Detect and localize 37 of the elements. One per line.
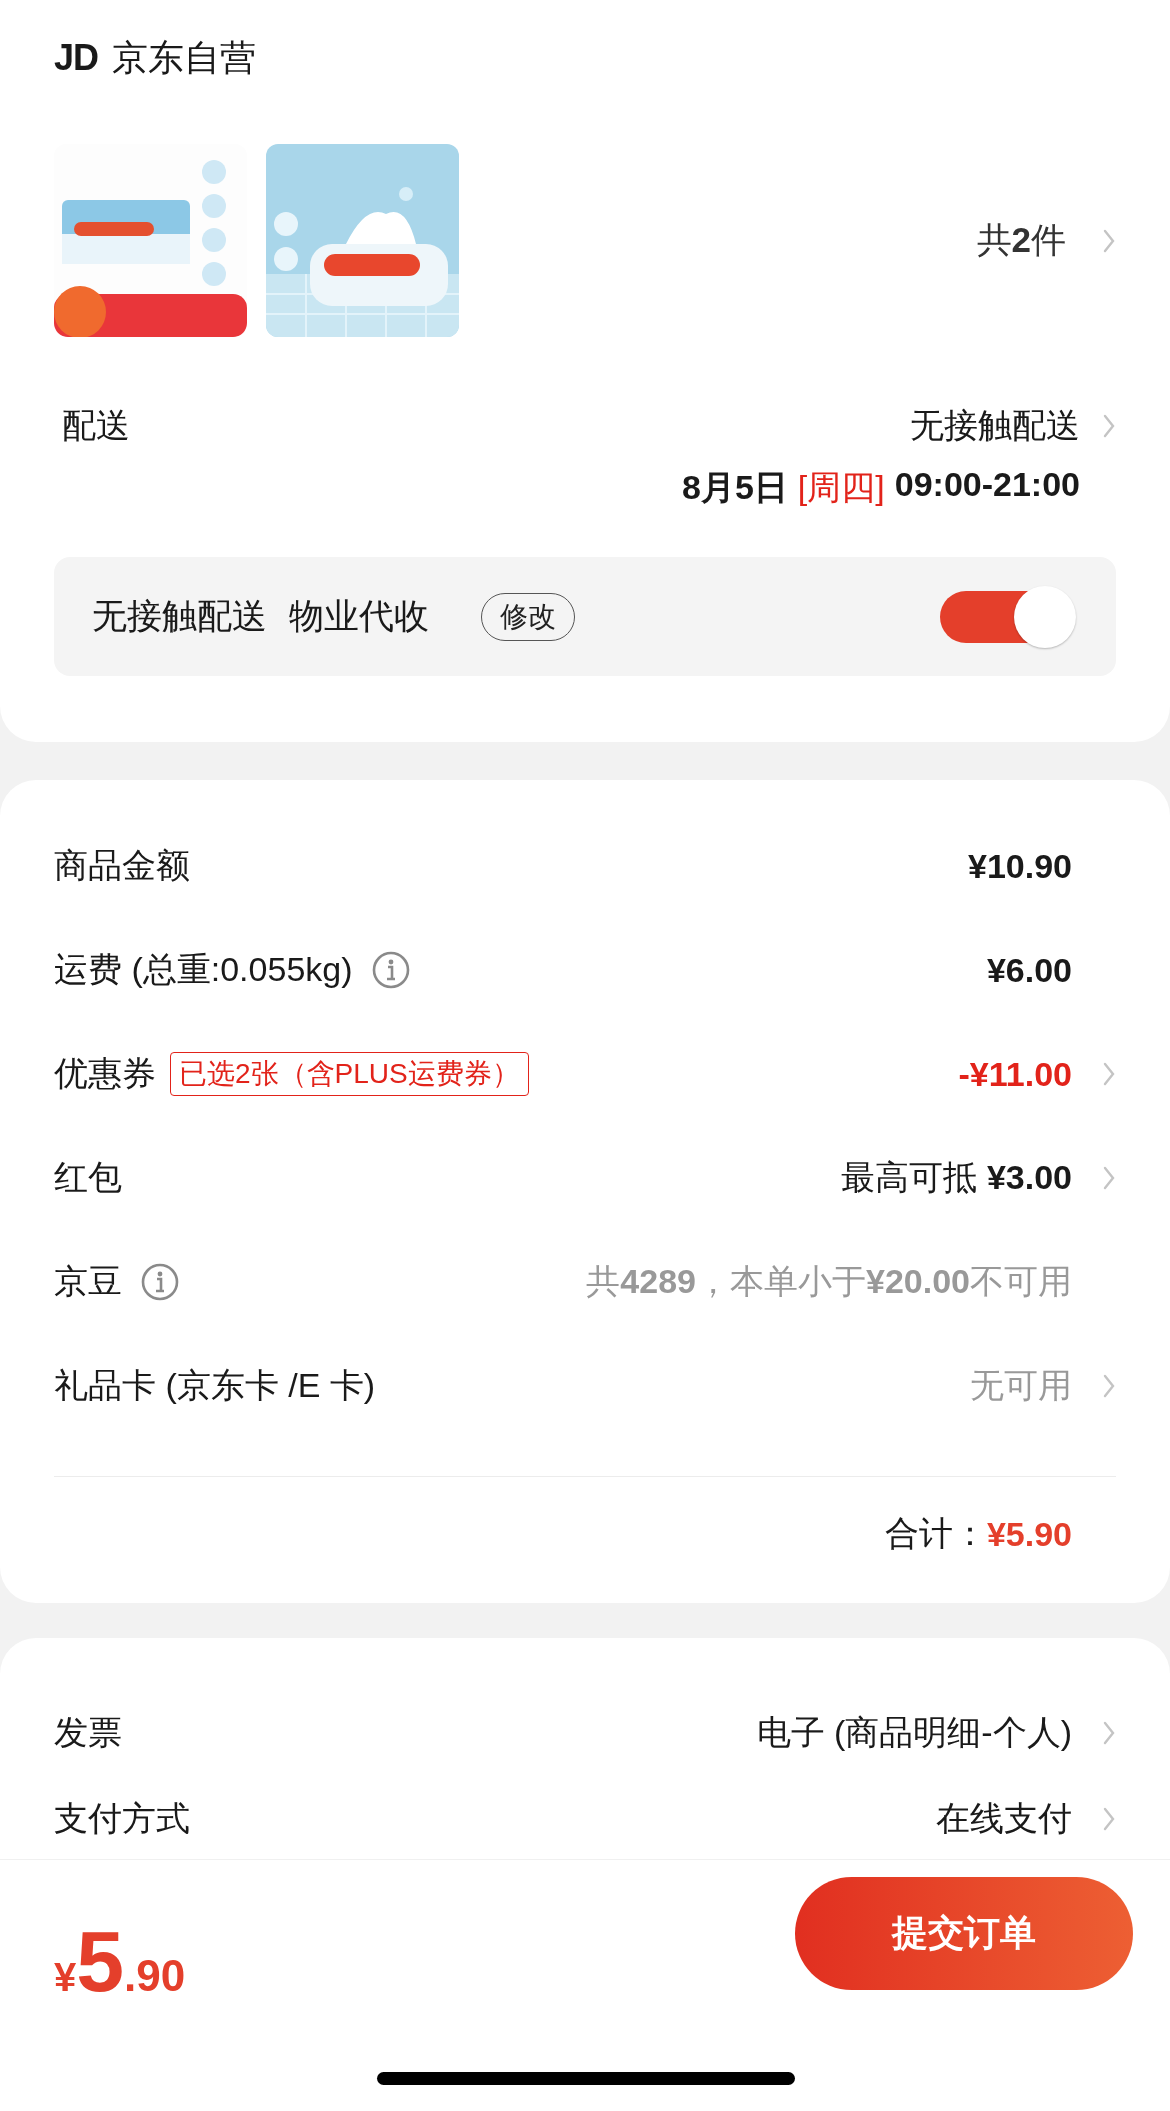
delivery-time: 09:00-21:00	[894, 465, 1080, 505]
fee-label: 京豆	[54, 1261, 122, 1302]
delivery-date: 8月5日	[682, 467, 788, 508]
fee-label: 商品金额	[54, 845, 190, 886]
item-count[interactable]: 共2件	[976, 217, 1066, 264]
option-value[interactable]: 在线支付	[936, 1796, 1072, 1842]
fee-value: -¥11.00	[958, 1054, 1072, 1094]
option-value[interactable]: 电子 (商品明细-个人)	[756, 1710, 1072, 1756]
chevron-icon	[1102, 413, 1116, 439]
fee-value: ¥6.00	[986, 950, 1072, 990]
fee-value: 最高可抵 ¥3.00	[841, 1157, 1072, 1198]
info-icon[interactable]	[140, 1262, 180, 1302]
fee-label: 优惠券	[54, 1053, 156, 1094]
fee-value: 无可用	[970, 1365, 1072, 1406]
option-label: 支付方式	[54, 1798, 190, 1839]
fee-value: ¥10.90	[968, 846, 1072, 886]
coupon-tag: 已选2张（含PLUS运费券）	[170, 1052, 529, 1096]
shop-logo: JD	[54, 37, 99, 79]
option-label: 发票	[54, 1712, 122, 1753]
delivery-weekday: [周四]	[797, 467, 885, 508]
shop-name: 京东自营	[112, 35, 257, 80]
total-amount: ¥5.90	[986, 1514, 1072, 1554]
delivery-label: 配送	[62, 405, 130, 446]
fee-label: 礼品卡 (京东卡 /E 卡)	[54, 1365, 376, 1406]
currency-symbol: ¥	[54, 1955, 77, 2000]
price-decimal: .90	[124, 1951, 186, 2001]
chevron-icon	[1102, 227, 1116, 254]
submit-order-button[interactable]: 提交订单	[795, 1877, 1133, 1990]
fee-value: 共4289，本单小于¥20.00不可用	[586, 1261, 1072, 1302]
price-integer: 5	[76, 1912, 125, 2011]
total-label: 合计：	[884, 1513, 987, 1554]
fee-label: 运费 (总重:0.055kg)	[54, 949, 353, 990]
fee-label: 红包	[54, 1157, 122, 1198]
delivery-method[interactable]: 无接触配送	[910, 403, 1080, 449]
contactless-option: 物业代收	[289, 593, 429, 640]
info-icon[interactable]	[370, 950, 411, 990]
contactless-option: 无接触配送	[92, 593, 267, 640]
